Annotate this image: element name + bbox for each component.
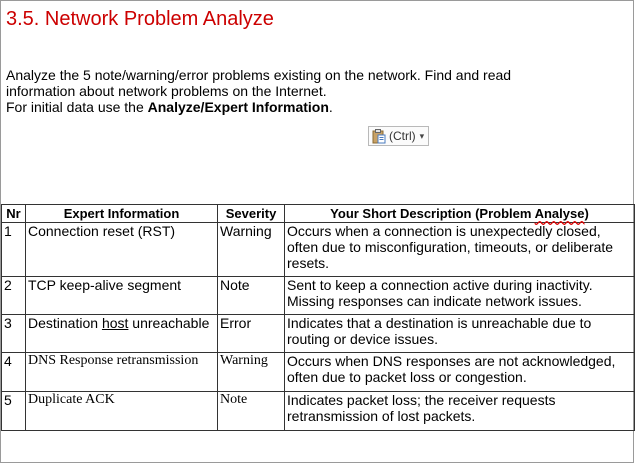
table-row: 2 TCP keep-alive segment Note Sent to ke…	[1, 276, 635, 315]
expert-info-table: Nr Expert Information Severity Your Shor…	[1, 204, 635, 431]
cell-description: Occurs when DNS responses are not acknow…	[284, 352, 635, 392]
paste-options-button[interactable]: (Ctrl) ▾	[368, 126, 430, 146]
cell-expert-info: Connection reset (RST)	[25, 222, 218, 277]
table-row: 4 DNS Response retransmission Warning Oc…	[1, 352, 635, 392]
cell-description: Indicates that a destination is unreacha…	[284, 314, 635, 353]
document-page: 3.5. Network Problem Analyze Analyze the…	[0, 0, 635, 463]
table-header-row: Nr Expert Information Severity Your Shor…	[1, 204, 635, 223]
cell-description: Sent to keep a connection active during …	[284, 276, 635, 315]
header-description-text: Your Short Description (Problem	[330, 206, 535, 221]
cell-expert-info: Duplicate ACK	[25, 391, 218, 431]
spellcheck-word: Analyse	[534, 206, 585, 221]
intro-text: For initial data use the	[6, 99, 148, 115]
table-row: 5 Duplicate ACK Note Indicates packet lo…	[1, 391, 635, 431]
intro-line: Analyze the 5 note/warning/error problem…	[6, 67, 512, 83]
cell-severity: Warning	[217, 352, 285, 392]
cell-nr: 3	[1, 314, 26, 353]
clipboard-icon	[372, 128, 386, 144]
cell-description: Indicates packet loss; the receiver requ…	[284, 391, 635, 431]
chevron-down-icon: ▾	[419, 130, 425, 141]
table-row: 1 Connection reset (RST) Warning Occurs …	[1, 222, 635, 277]
header-nr: Nr	[1, 204, 26, 223]
menu-path-text: Analyze/Expert Information	[147, 99, 329, 115]
intro-line: For initial data use the Analyze/Expert …	[6, 99, 606, 115]
header-severity: Severity	[217, 204, 285, 223]
section-heading: 3.5. Network Problem Analyze	[6, 8, 274, 30]
cell-description: Occurs when a connection is unexpectedly…	[284, 222, 635, 277]
header-expert-information: Expert Information	[25, 204, 218, 223]
cell-severity: Error	[217, 314, 285, 353]
expert-info-underlined: host	[101, 315, 129, 331]
cell-expert-info: Destination host unreachable	[25, 314, 218, 353]
paste-options-label: (Ctrl)	[389, 129, 416, 143]
cell-severity: Note	[217, 391, 285, 431]
header-description-text: )	[584, 206, 589, 221]
cell-expert-info: DNS Response retransmission	[25, 352, 218, 392]
cell-nr: 1	[1, 222, 26, 277]
table-row: 3 Destination host unreachable Error Ind…	[1, 314, 635, 353]
header-description: Your Short Description (Problem Analyse)	[284, 204, 635, 223]
cell-nr: 5	[1, 391, 26, 431]
intro-text: .	[328, 99, 333, 115]
expert-info-text: unreachable	[128, 315, 210, 331]
cell-severity: Warning	[217, 222, 285, 277]
expert-info-text: Destination	[28, 315, 102, 331]
intro-line: information about network problems on th…	[6, 83, 327, 99]
cell-severity: Note	[217, 276, 285, 315]
intro-paragraph: Analyze the 5 note/warning/error problem…	[6, 67, 606, 115]
cell-nr: 4	[1, 352, 26, 392]
cell-expert-info: TCP keep-alive segment	[25, 276, 218, 315]
cell-nr: 2	[1, 276, 26, 315]
